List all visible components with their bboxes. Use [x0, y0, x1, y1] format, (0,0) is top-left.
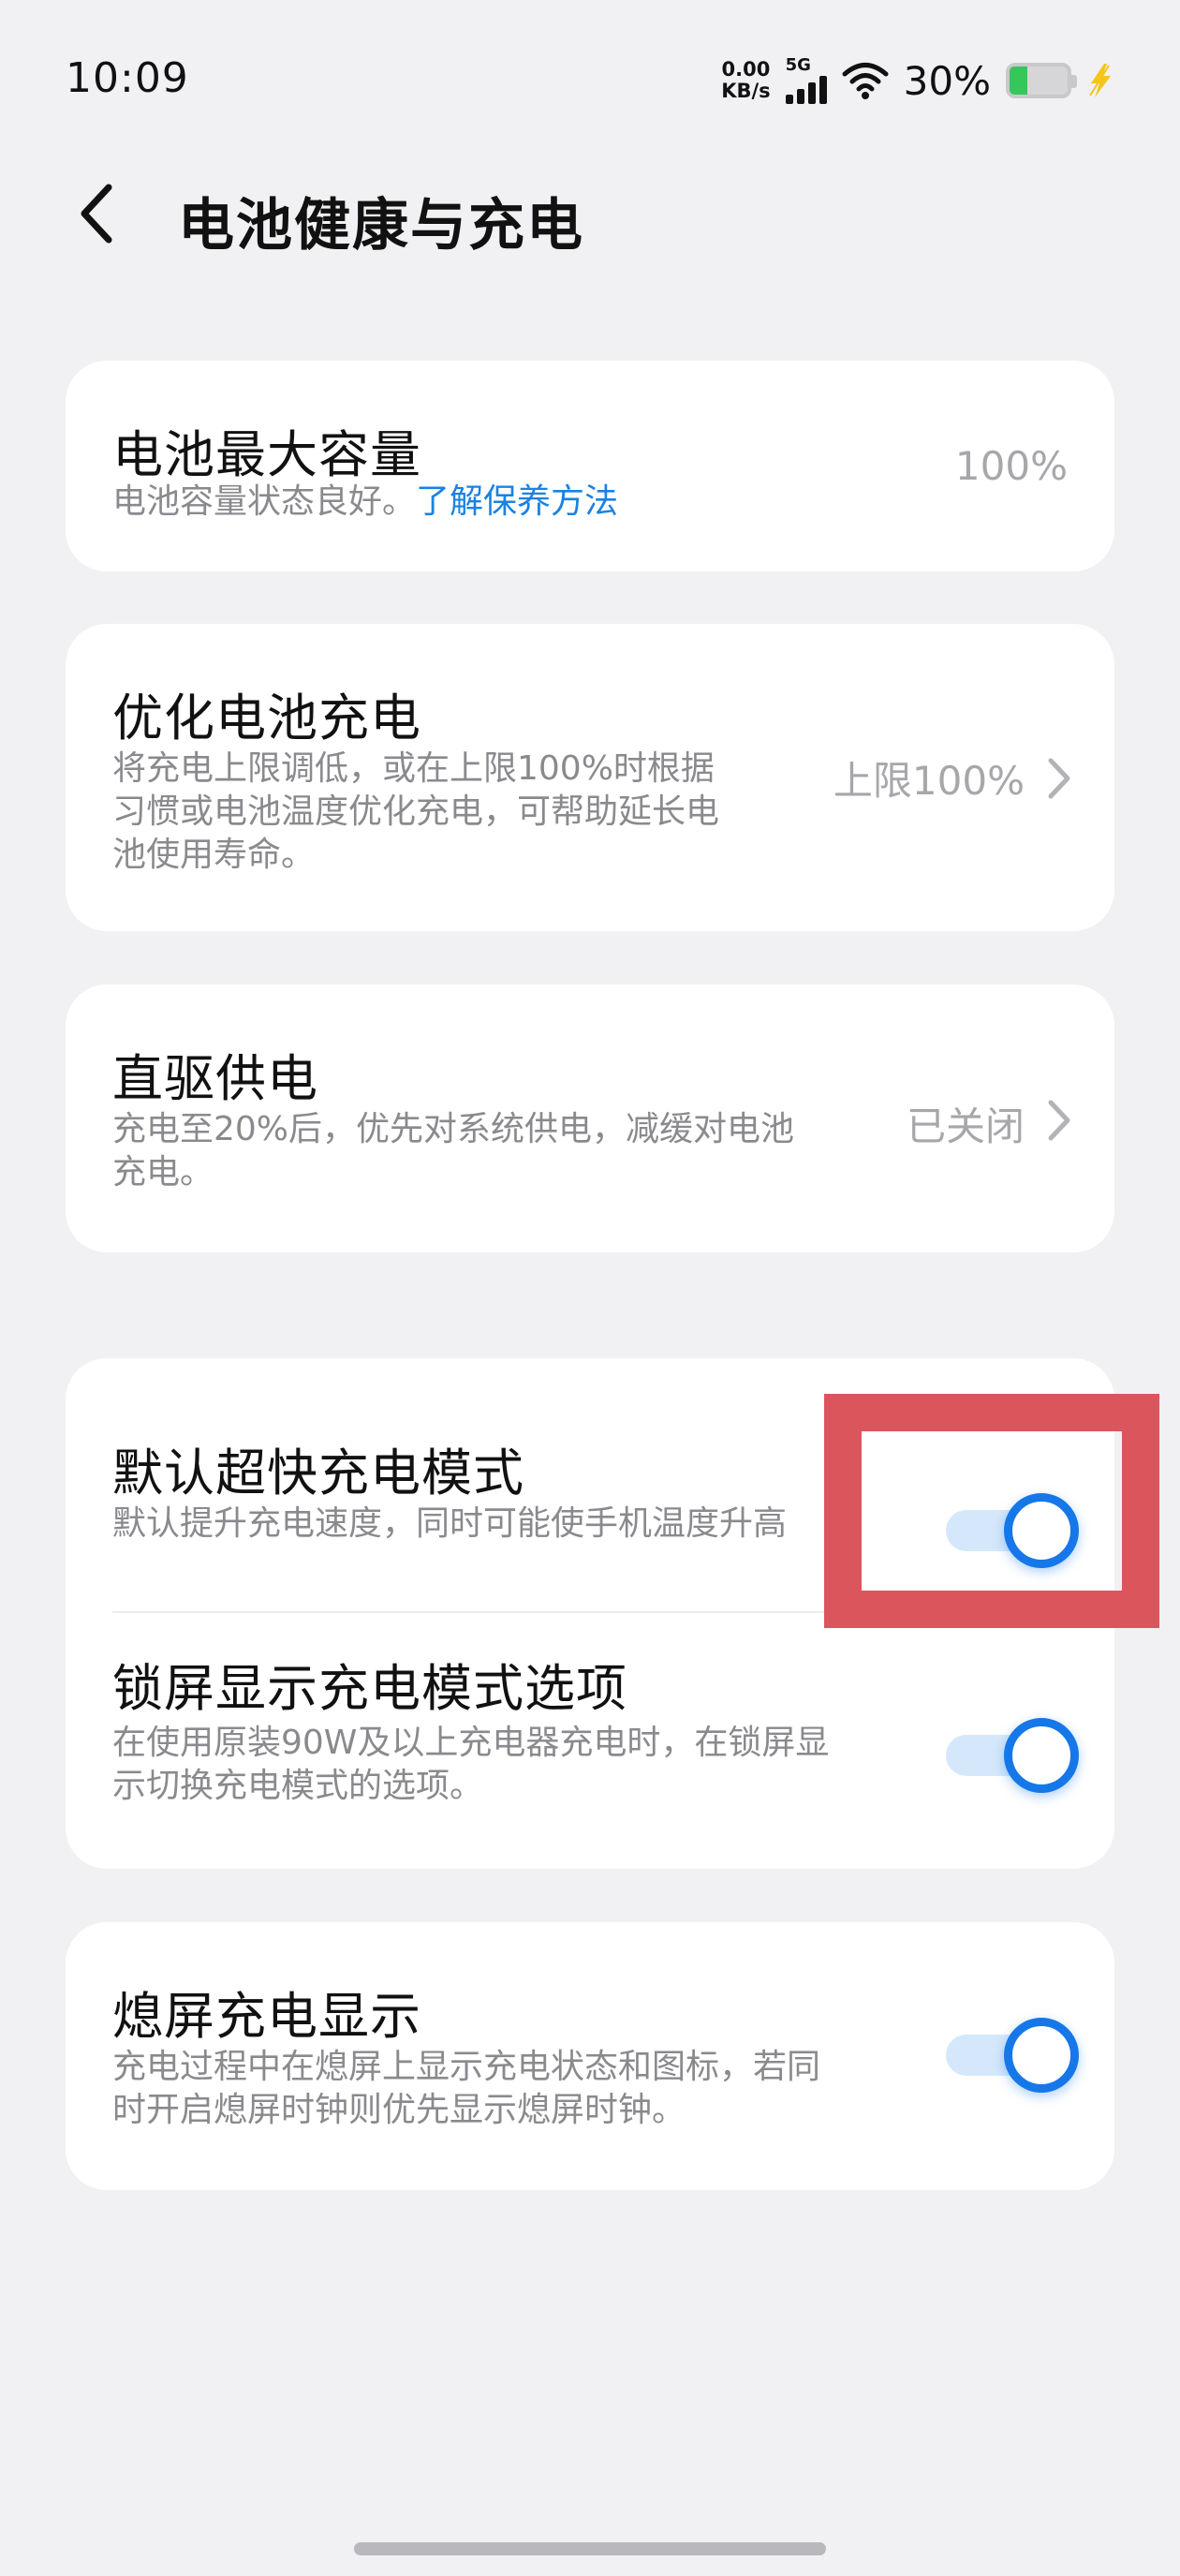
- lockscreen-mode-option-desc-line: 示切换充电模式的选项。: [112, 1767, 484, 1805]
- page-title: 电池健康与充电: [178, 193, 584, 259]
- network-speed: 0.00 KB/s: [721, 59, 770, 102]
- bypass-power-title: 直驱供电: [112, 1049, 318, 1108]
- bypass-power-card: 直驱供电 充电至20%后，优先对系统供电，减缓对电池 充电。 已关闭: [66, 985, 1114, 1252]
- optimized-charging-desc-line: 将充电上限调低，或在上限100%时根据: [112, 749, 715, 788]
- lockscreen-mode-option-desc-line: 在使用原装90W及以上充电器充电时，在锁屏显: [112, 1724, 830, 1762]
- network-type: 5G: [785, 55, 811, 75]
- care-tips-link[interactable]: 了解保养方法: [416, 482, 618, 521]
- aod-charging-toggle[interactable]: [946, 2016, 1079, 2093]
- aod-charging-desc: 充电过程中在熄屏上显示充电状态和图标，若同 时开启熄屏时钟则优先显示熄屏时钟。: [112, 2046, 820, 2132]
- status-bar: 10:09 0.00 KB/s 5G 30%: [0, 0, 1180, 159]
- lockscreen-mode-option-row: 锁屏显示充电模式选项 在使用原装90W及以上充电器充电时，在锁屏显 示切换充电模…: [66, 1613, 1114, 1869]
- optimized-charging-row[interactable]: 优化电池充电 将充电上限调低，或在上限100%时根据 习惯或电池温度优化充电，可…: [66, 624, 1114, 931]
- toggle-knob: [1004, 1718, 1079, 1793]
- back-button[interactable]: [60, 176, 135, 251]
- battery-health-screen: 10:09 0.00 KB/s 5G 30% 电池健康与充电 电池最大容量 电池…: [0, 0, 1180, 2576]
- optimized-charging-desc-line: 习惯或电池温度优化充电，可帮助延长电: [112, 792, 720, 831]
- lockscreen-mode-option-title: 锁屏显示充电模式选项: [112, 1659, 627, 1718]
- chevron-left-icon: [81, 184, 112, 244]
- network-speed-unit: KB/s: [721, 80, 771, 102]
- optimized-charging-desc: 将充电上限调低，或在上限100%时根据 习惯或电池温度优化充电，可帮助延长电 池…: [112, 748, 719, 877]
- app-header: 电池健康与充电: [0, 159, 1180, 272]
- battery-icon: [1006, 63, 1077, 98]
- bypass-power-desc-line: 充电。: [112, 1153, 214, 1192]
- max-capacity-row: 电池最大容量 电池容量状态良好。了解保养方法 100%: [66, 361, 1114, 571]
- chevron-right-icon: [1048, 1100, 1070, 1141]
- wifi-icon: [842, 63, 889, 99]
- aod-charging-card: 熄屏充电显示 充电过程中在熄屏上显示充电状态和图标，若同 时开启熄屏时钟则优先显…: [66, 1922, 1114, 2190]
- aod-charging-desc-line: 时开启熄屏时钟则优先显示熄屏时钟。: [112, 2091, 686, 2129]
- charging-bolt-icon: [1089, 64, 1111, 97]
- optimized-charging-value: 上限100%: [833, 758, 1025, 804]
- super-fast-mode-desc: 默认提升充电速度，同时可能使手机温度升高: [112, 1504, 788, 1543]
- max-capacity-value: 100%: [954, 443, 1068, 489]
- optimized-charging-card: 优化电池充电 将充电上限调低，或在上限100%时根据 习惯或电池温度优化充电，可…: [66, 624, 1114, 931]
- battery-level-fill: [1010, 67, 1027, 95]
- bypass-power-row[interactable]: 直驱供电 充电至20%后，优先对系统供电，减缓对电池 充电。 已关闭: [66, 985, 1114, 1252]
- max-capacity-desc: 电池容量状态良好。了解保养方法: [112, 481, 618, 524]
- max-capacity-title: 电池最大容量: [112, 425, 421, 484]
- aod-charging-desc-line: 充电过程中在熄屏上显示充电状态和图标，若同: [112, 2048, 821, 2086]
- aod-charging-title: 熄屏充电显示: [112, 1987, 421, 2046]
- lockscreen-mode-option-desc: 在使用原装90W及以上充电器充电时，在锁屏显 示切换充电模式的选项。: [112, 1722, 829, 1808]
- status-time: 10:09: [66, 54, 189, 102]
- network-speed-value: 0.00: [721, 58, 771, 81]
- toggle-knob: [1004, 2018, 1079, 2093]
- bypass-power-desc-line: 充电至20%后，优先对系统供电，减缓对电池: [112, 1110, 795, 1148]
- bypass-power-desc: 充电至20%后，优先对系统供电，减缓对电池 充电。: [112, 1108, 794, 1194]
- status-icons: 0.00 KB/s 5G 30%: [721, 52, 1114, 109]
- battery-percent: 30%: [903, 57, 991, 104]
- lockscreen-mode-option-toggle[interactable]: [946, 1716, 1079, 1793]
- home-indicator[interactable]: [354, 2542, 826, 2555]
- max-capacity-status: 电池容量状态良好。: [112, 482, 417, 521]
- super-fast-mode-title: 默认超快充电模式: [112, 1443, 524, 1503]
- highlight-box: [824, 1394, 1159, 1628]
- aod-charging-row: 熄屏充电显示 充电过程中在熄屏上显示充电状态和图标，若同 时开启熄屏时钟则优先显…: [66, 1922, 1114, 2190]
- chevron-right-icon: [1048, 758, 1070, 799]
- signal-icon: 5G: [785, 55, 827, 104]
- optimized-charging-title: 优化电池充电: [112, 688, 421, 748]
- bypass-power-value: 已关闭: [906, 1103, 1025, 1149]
- max-capacity-card: 电池最大容量 电池容量状态良好。了解保养方法 100%: [66, 361, 1114, 571]
- optimized-charging-desc-line: 池使用寿命。: [112, 836, 316, 874]
